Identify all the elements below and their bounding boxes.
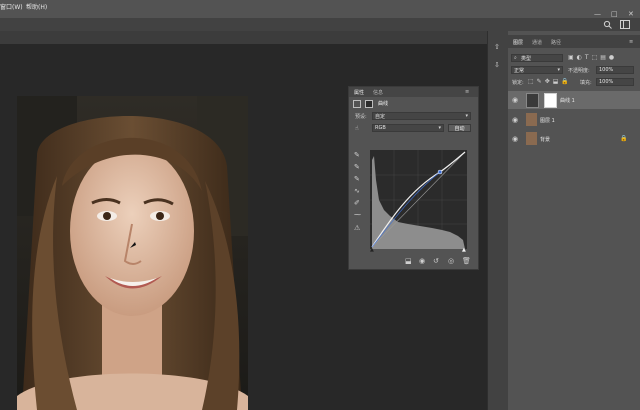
maximize-icon[interactable]: □ xyxy=(611,11,618,18)
layers-tabs: 图层 通道 路径 ≡ xyxy=(508,35,640,48)
auto-button[interactable]: 自动 xyxy=(448,124,471,132)
curve-graph[interactable] xyxy=(370,150,467,249)
layer-row[interactable]: ◉ 图层 1 xyxy=(508,111,640,129)
chevron-down-icon: ▾ xyxy=(438,125,441,131)
eyedropper-gray-icon[interactable]: ✎ xyxy=(354,163,360,171)
reset-icon[interactable]: ↺ xyxy=(433,257,439,265)
document-tab-strip xyxy=(0,31,487,44)
layer-name: 图层 1 xyxy=(540,118,555,124)
panel-menu-icon[interactable]: ≡ xyxy=(629,39,633,45)
view-previous-icon[interactable]: ◉ xyxy=(419,257,425,265)
lock-icon[interactable]: 🔒 xyxy=(620,135,627,142)
fill-label: 填充: xyxy=(580,80,592,86)
filter-value: 类型 xyxy=(521,56,532,62)
eye-icon[interactable]: ◉ xyxy=(512,96,518,104)
history-icon[interactable]: ⇧ xyxy=(494,43,500,51)
pencil-icon[interactable]: ✐ xyxy=(354,199,360,207)
tab-info[interactable]: 信息 xyxy=(373,89,383,96)
layer-name: 背景 xyxy=(540,137,551,143)
layer-row[interactable]: ◉ 曲线 1 xyxy=(508,91,640,109)
lock-label: 锁定: xyxy=(512,80,524,86)
layers-panel: 图层 通道 路径 ≡ ⌕ 类型 ▣◐T⬚▤● 正常 ▾ 不透明度: 100% 锁… xyxy=(508,31,640,410)
layer-filter-icons[interactable]: ▣◐T⬚▤● xyxy=(568,54,617,61)
mask-icon[interactable] xyxy=(365,100,373,108)
panel-menu-icon[interactable]: ≡ xyxy=(465,89,469,95)
channel-value: RGB xyxy=(375,125,386,131)
preset-label: 预设: xyxy=(355,114,367,120)
channel-select[interactable]: RGB ▾ xyxy=(372,124,444,132)
options-bar xyxy=(0,18,640,31)
adjustment-thumb-icon xyxy=(526,93,539,108)
menu-window[interactable]: 窗口(W) xyxy=(0,2,23,11)
tab-channels[interactable]: 通道 xyxy=(532,39,542,46)
eyedropper-black-icon[interactable]: ✎ xyxy=(354,151,360,159)
curves-icon xyxy=(353,100,361,108)
on-image-adjust-icon[interactable]: ☝ xyxy=(355,125,359,132)
layer-filter-select[interactable]: ⌕ 类型 xyxy=(511,54,563,62)
eyedropper-white-icon[interactable]: ✎ xyxy=(354,175,360,183)
eye-icon[interactable]: ◉ xyxy=(512,116,518,124)
panel-dock: ⇧ ⇩ xyxy=(487,31,509,410)
preset-select[interactable]: 自定 ▾ xyxy=(372,112,471,120)
search-icon: ⌕ xyxy=(514,55,517,61)
layer-name: 曲线 1 xyxy=(560,98,575,104)
close-icon[interactable]: ✕ xyxy=(628,11,634,18)
eye-icon[interactable]: ◎ xyxy=(448,257,454,265)
opacity-label: 不透明度: xyxy=(568,68,590,74)
properties-panel: 属性 信息 ≡ 曲线 预设: 自定 ▾ ☝ RGB ▾ 自动 ✎ ✎ ✎ ∿ ✐… xyxy=(348,86,479,270)
search-icon[interactable] xyxy=(603,20,612,29)
workspace-icon[interactable] xyxy=(620,20,630,29)
white-point-slider[interactable]: ▲ xyxy=(462,247,466,253)
blend-mode-select[interactable]: 正常 ▾ xyxy=(511,66,563,74)
black-point-slider[interactable]: ▲ xyxy=(370,247,374,253)
layer-mask-thumb[interactable] xyxy=(544,93,557,108)
warning-icon[interactable]: ⚠ xyxy=(354,224,360,232)
properties-footer: ⬓ ◉ ↺ ◎ 🗑 xyxy=(405,257,477,266)
lock-icons[interactable]: ⬚✎✥⬓🔒 xyxy=(528,78,572,85)
menu-help[interactable]: 帮助(H) xyxy=(26,2,47,11)
opacity-field[interactable]: 100% xyxy=(596,66,634,74)
clip-to-layer-icon[interactable]: ⬓ xyxy=(405,257,412,265)
minimize-icon[interactable]: — xyxy=(594,11,601,18)
layer-row[interactable]: ◉ 背景 🔒 xyxy=(508,130,640,148)
trash-icon[interactable]: 🗑 xyxy=(462,257,471,265)
window-controls-row: — □ ✕ xyxy=(0,11,640,18)
chevron-down-icon: ▾ xyxy=(557,67,560,73)
chevron-down-icon: ▾ xyxy=(465,113,468,119)
curve-point-tool-icon[interactable]: ∿ xyxy=(354,187,360,195)
preset-value: 自定 xyxy=(375,114,386,120)
layer-thumb xyxy=(526,113,537,126)
properties-tabs: 属性 信息 ≡ xyxy=(349,87,478,97)
tab-layers[interactable]: 图层 xyxy=(513,39,523,46)
curve-point[interactable] xyxy=(437,169,443,175)
properties-dock-icon[interactable]: ⇩ xyxy=(494,61,500,69)
properties-title: 曲线 xyxy=(378,101,389,107)
eye-icon[interactable]: ◉ xyxy=(512,135,518,143)
smooth-icon[interactable]: ⁓ xyxy=(354,211,361,219)
canvas-photo[interactable] xyxy=(17,96,248,410)
tab-paths[interactable]: 路径 xyxy=(551,39,561,46)
tab-properties[interactable]: 属性 xyxy=(354,89,364,96)
fill-field[interactable]: 100% xyxy=(596,78,634,86)
menu-bar: 窗口(W) 帮助(H) xyxy=(0,0,640,11)
layer-thumb xyxy=(526,132,537,145)
